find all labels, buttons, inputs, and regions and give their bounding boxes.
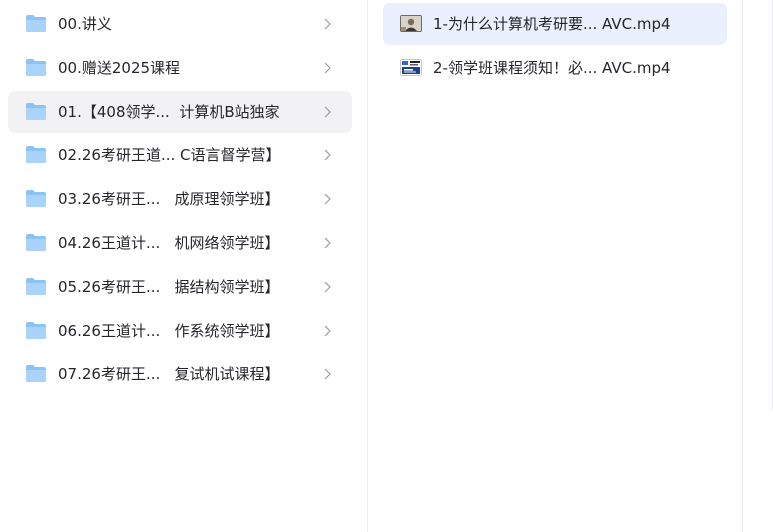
file-item[interactable]: 2-领学班课程须知！必... AVC.mp4 [383,47,727,89]
chevron-right-icon [324,281,331,293]
folder-icon [26,277,46,295]
folder-icon [26,58,46,76]
folder-item[interactable]: 05.26考研王... 据结构领学班】 [8,266,352,308]
folder-icon [26,102,46,120]
folder-icon [26,15,46,32]
folder-column: 00.讲义 00.赠送2025课程 01.【408领学... 计算机B站独家 0… [0,0,367,532]
chevron-right-icon [324,18,331,30]
folder-label: 04.26王道计... 机网络领学班】 [58,233,280,252]
folder-label: 01.【408领学... 计算机B站独家 [58,102,280,121]
folder-label: 00.赠送2025课程 [58,58,181,77]
folder-icon [26,365,46,383]
folder-item[interactable]: 00.讲义 [8,3,352,45]
chevron-right-icon [324,193,331,205]
folder-icon [26,233,46,251]
file-browser: 00.讲义 00.赠送2025课程 01.【408领学... 计算机B站独家 0… [0,0,773,532]
chevron-right-icon [324,106,331,118]
file-item-selected[interactable]: 1-为什么计算机考研要... AVC.mp4 [383,3,727,45]
video-thumbnail-icon [400,59,422,76]
chevron-right-icon [324,149,331,161]
file-column: 1-为什么计算机考研要... AVC.mp4 2-领学班课程须知！必... AV… [368,0,742,532]
chevron-right-icon [324,237,331,249]
column-divider [742,0,743,532]
folder-icon [26,146,46,164]
file-list: 1-为什么计算机考研要... AVC.mp4 2-领学班课程须知！必... AV… [383,3,727,91]
folder-icon [26,190,46,208]
folder-item[interactable]: 00.赠送2025课程 [8,47,352,89]
folder-item-selected[interactable]: 01.【408领学... 计算机B站独家 [8,90,352,133]
folder-label: 02.26考研王道... C语言督学营】 [58,146,281,165]
folder-item[interactable]: 02.26考研王道... C语言督学营】 [8,134,352,176]
chevron-right-icon [324,325,331,337]
file-label: 2-领学班课程须知！必... AVC.mp4 [433,59,671,77]
folder-label: 07.26考研王... 复试机试课程】 [58,365,280,384]
folder-item[interactable]: 03.26考研王... 成原理领学班】 [8,178,352,220]
folder-label: 06.26王道计... 作系统领学班】 [58,321,280,340]
folder-label: 00.讲义 [58,15,112,33]
folder-label: 03.26考研王... 成原理领学班】 [58,190,280,209]
folder-label: 05.26考研王... 据结构领学班】 [58,277,280,296]
folder-item[interactable]: 07.26考研王... 复试机试课程】 [8,353,352,395]
chevron-right-icon [324,368,331,380]
chevron-right-icon [324,62,331,74]
video-thumbnail-icon [400,15,422,32]
folder-item[interactable]: 04.26王道计... 机网络领学班】 [8,222,352,264]
folder-item[interactable]: 06.26王道计... 作系统领学班】 [8,310,352,352]
folder-list: 00.讲义 00.赠送2025课程 01.【408领学... 计算机B站独家 0… [8,3,352,397]
folder-icon [26,321,46,339]
file-label: 1-为什么计算机考研要... AVC.mp4 [433,15,671,33]
